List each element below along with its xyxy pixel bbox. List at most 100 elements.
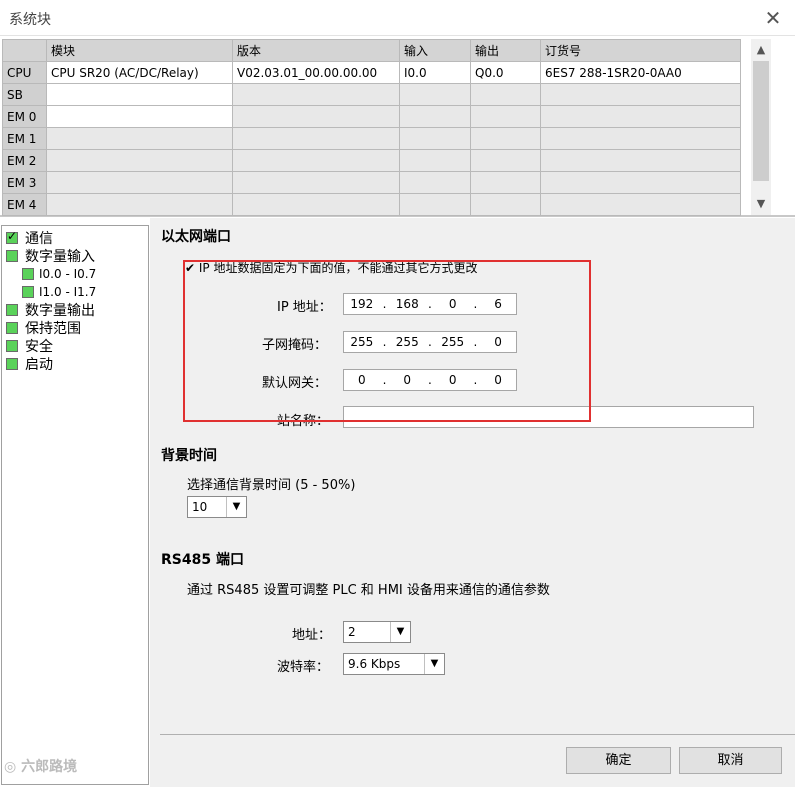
button-divider — [160, 734, 795, 735]
module-cell[interactable] — [46, 171, 233, 194]
row-label: EM 2 — [2, 149, 47, 172]
output-cell — [470, 105, 541, 128]
tree-item-i0[interactable]: I0.0 - I0.7 — [22, 265, 96, 283]
background-time-heading: 背景时间 — [161, 448, 217, 464]
node-icon — [6, 358, 18, 370]
node-icon — [6, 250, 18, 262]
chevron-down-icon[interactable]: ▼ — [390, 622, 410, 642]
row-label: EM 0 — [2, 105, 47, 128]
table-row[interactable]: CPU CPU SR20 (AC/DC/Relay) V02.03.01_00.… — [2, 61, 741, 84]
cancel-button[interactable]: 取消 — [679, 747, 782, 774]
order-cell — [540, 105, 741, 128]
close-icon[interactable]: ✕ — [761, 6, 785, 30]
tree-item-retentive[interactable]: 保持范围 — [6, 319, 81, 337]
tree-item-communication[interactable]: 通信 — [6, 229, 53, 247]
column-header-module: 模块 — [46, 39, 233, 62]
module-cell[interactable] — [46, 193, 233, 216]
table-row[interactable]: EM 3 — [2, 171, 741, 194]
tree-item-digital-output[interactable]: 数字量输出 — [6, 301, 95, 319]
column-header-input: 输入 — [399, 39, 471, 62]
node-icon — [6, 340, 18, 352]
watermark: ◎ 六郎路境 — [4, 756, 77, 776]
order-cell — [540, 149, 741, 172]
output-cell — [470, 149, 541, 172]
table-scrollbar[interactable]: ▲ ▼ — [751, 39, 771, 215]
module-cell[interactable] — [46, 105, 233, 128]
title-bar: 系统块 ✕ — [0, 0, 795, 36]
input-cell — [399, 127, 471, 150]
order-cell — [540, 127, 741, 150]
row-label: EM 4 — [2, 193, 47, 216]
version-cell — [232, 149, 400, 172]
tree-item-label: I0.0 - I0.7 — [39, 267, 97, 281]
tree-item-security[interactable]: 安全 — [6, 337, 53, 355]
tree-item-label: 启动 — [25, 357, 53, 373]
settings-tree: 通信 数字量输入 I0.0 - I0.7 I1.0 - I1.7 数字量输出 保… — [1, 225, 149, 785]
tree-item-label: 安全 — [25, 339, 53, 355]
checkbox-icon — [6, 229, 18, 244]
order-cell — [540, 83, 741, 106]
ok-button[interactable]: 确定 — [566, 747, 671, 774]
order-cell — [540, 193, 741, 216]
column-header-order: 订货号 — [540, 39, 741, 62]
row-label: EM 3 — [2, 171, 47, 194]
module-cell[interactable]: CPU SR20 (AC/DC/Relay) — [46, 61, 233, 84]
output-cell — [470, 83, 541, 106]
version-cell: V02.03.01_00.00.00.00 — [232, 61, 400, 84]
node-icon — [22, 268, 34, 280]
table-row[interactable]: EM 1 — [2, 127, 741, 150]
table-row[interactable]: SB — [2, 83, 741, 106]
background-time-select[interactable]: 10 ▼ — [187, 496, 247, 518]
scroll-thumb[interactable] — [753, 61, 769, 181]
column-header-version: 版本 — [232, 39, 400, 62]
rs485-heading: RS485 端口 — [161, 552, 244, 568]
chevron-down-icon[interactable]: ▼ — [226, 497, 246, 517]
tree-item-startup[interactable]: 启动 — [6, 355, 53, 373]
scroll-down-icon[interactable]: ▼ — [751, 195, 771, 213]
module-table: 模块 版本 输入 输出 订货号 CPU CPU SR20 (AC/DC/Rela… — [2, 39, 741, 216]
version-cell — [232, 105, 400, 128]
row-label: CPU — [2, 61, 47, 84]
address-value: 2 — [348, 625, 356, 639]
baud-rate-value: 9.6 Kbps — [348, 657, 401, 671]
output-cell — [470, 171, 541, 194]
table-row[interactable]: EM 2 — [2, 149, 741, 172]
background-time-value: 10 — [192, 500, 208, 514]
row-label: EM 1 — [2, 127, 47, 150]
version-cell — [232, 193, 400, 216]
module-cell[interactable] — [46, 127, 233, 150]
window-title: 系统块 — [9, 12, 51, 28]
baud-label: 波特率： — [277, 660, 330, 675]
ethernet-heading: 以太网端口 — [161, 229, 231, 245]
output-cell — [470, 193, 541, 216]
table-row[interactable]: EM 4 — [2, 193, 741, 216]
rs485-desc: 通过 RS485 设置可调整 PLC 和 HMI 设备用来通信的通信参数 — [187, 583, 550, 598]
address-select[interactable]: 2 ▼ — [343, 621, 411, 643]
watermark-text: 六郎路境 — [21, 759, 78, 775]
module-table-area: 模块 版本 输入 输出 订货号 CPU CPU SR20 (AC/DC/Rela… — [0, 37, 795, 217]
version-cell — [232, 83, 400, 106]
node-icon — [22, 286, 34, 298]
tree-item-label: 数字量输入 — [25, 249, 95, 265]
version-cell — [232, 127, 400, 150]
tree-item-label: 数字量输出 — [25, 303, 95, 319]
row-label: SB — [2, 83, 47, 106]
table-row[interactable]: EM 0 — [2, 105, 741, 128]
input-cell: I0.0 — [399, 61, 471, 84]
scroll-up-icon[interactable]: ▲ — [751, 41, 771, 59]
node-icon — [6, 304, 18, 316]
tree-item-i1[interactable]: I1.0 - I1.7 — [22, 283, 96, 301]
tree-item-label: 通信 — [25, 231, 53, 247]
chevron-down-icon[interactable]: ▼ — [424, 654, 444, 674]
order-cell — [540, 171, 741, 194]
module-cell[interactable] — [46, 83, 233, 106]
output-cell — [470, 127, 541, 150]
tree-item-label: I1.0 - I1.7 — [39, 285, 97, 299]
output-cell: Q0.0 — [470, 61, 541, 84]
tree-item-digital-input[interactable]: 数字量输入 — [6, 247, 95, 265]
table-header-corner — [2, 39, 47, 62]
baud-rate-select[interactable]: 9.6 Kbps ▼ — [343, 653, 445, 675]
module-cell[interactable] — [46, 149, 233, 172]
watermark-logo-icon: ◎ — [4, 759, 17, 775]
highlight-box — [183, 260, 591, 422]
